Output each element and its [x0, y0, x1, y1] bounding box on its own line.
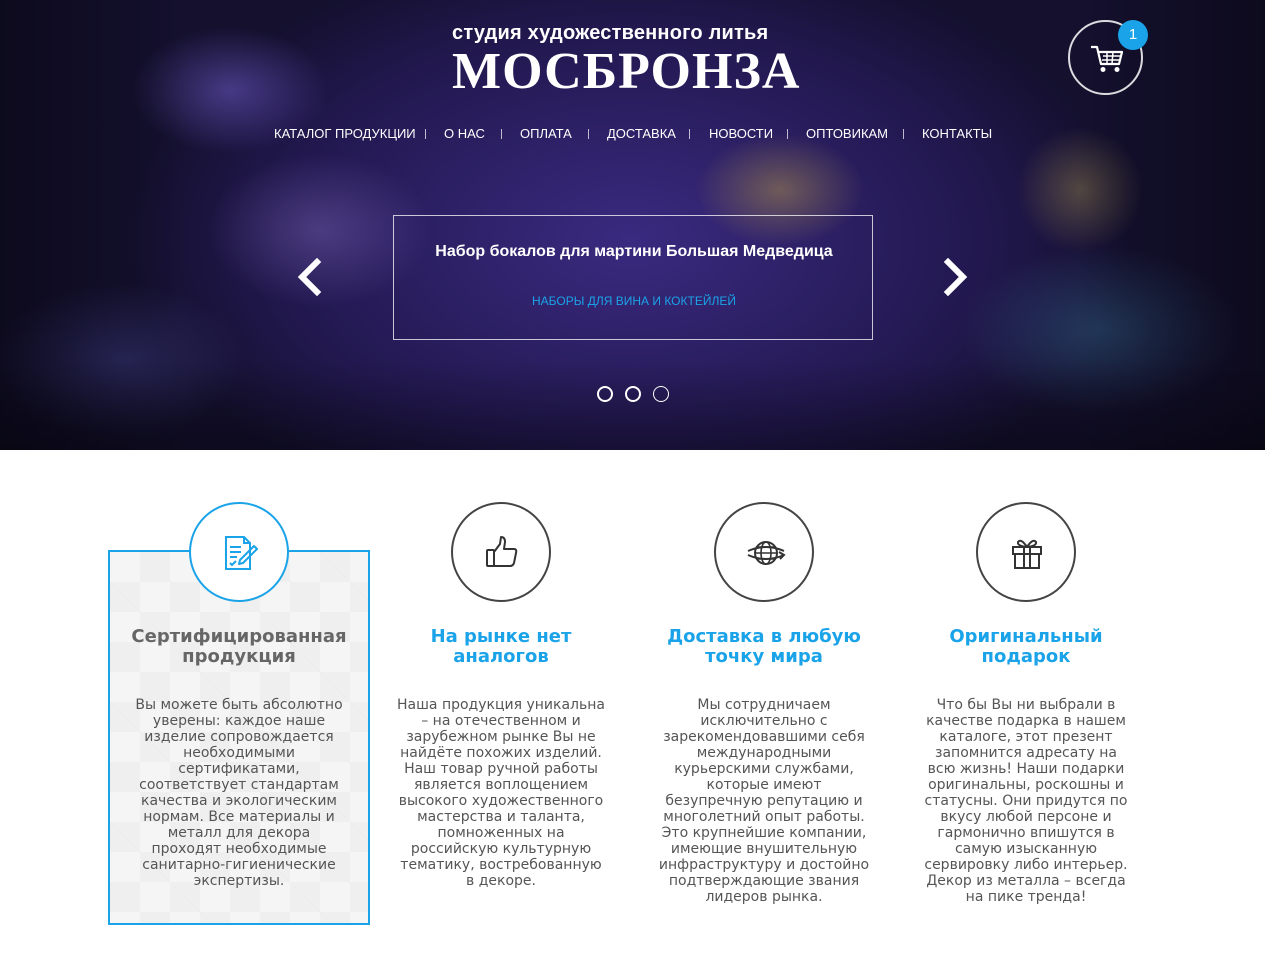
nav-item-contacts[interactable]: КОНТАКТЫ [922, 126, 992, 141]
feature-title: Доставка в любую точку мира [667, 626, 861, 667]
thumbs-up-icon [486, 536, 518, 567]
nav-separator [787, 129, 788, 139]
nav-separator [588, 129, 589, 139]
slider-next-button[interactable] [942, 257, 970, 297]
feature-title: На рынке нет аналогов [430, 626, 572, 667]
feature-title: Оригинальный подарок [949, 626, 1103, 667]
feature-icon-circle [714, 502, 814, 602]
feature-certified: Сертифицированная продукция Вы можете бы… [108, 502, 370, 926]
certificate-icon [225, 536, 258, 570]
globe-delivery-icon [747, 541, 786, 565]
chevron-left-icon [297, 257, 322, 297]
slide-caption[interactable]: Набор бокалов для мартини Большая Медвед… [393, 215, 873, 340]
slider-dot-1[interactable] [597, 386, 613, 402]
feature-icon-circle [451, 502, 551, 602]
feature-original-gift: Оригинальный подарок Что бы Вы ни выбрал… [895, 502, 1157, 926]
feature-text: Наша продукция уникальна – на отечествен… [397, 697, 605, 889]
feature-text: Что бы Вы ни выбрали в качестве подарка … [924, 697, 1128, 905]
nav-item-about[interactable]: О НАС [444, 126, 485, 141]
slide-category-link[interactable]: НАБОРЫ ДЛЯ ВИНА И КОКТЕЙЛЕЙ [394, 294, 874, 308]
nav-item-catalog[interactable]: КАТАЛОГ ПРОДУКЦИИ [274, 126, 416, 141]
nav-item-payment[interactable]: ОПЛАТА [520, 126, 572, 141]
slider-dot-2[interactable] [625, 386, 641, 402]
feature-worldwide-delivery: Доставка в любую точку мира Мы сотруднич… [633, 502, 895, 926]
feature-icon-circle [189, 502, 289, 602]
feature-unique: На рынке нет аналогов Наша продукция уни… [370, 502, 632, 926]
nav-item-news[interactable]: НОВОСТИ [709, 126, 773, 141]
feature-text: Вы можете быть абсолютно уверены: каждое… [135, 697, 343, 889]
nav-separator [501, 129, 502, 139]
cart-count-badge: 1 [1118, 20, 1148, 50]
feature-title: Сертифицированная продукция [131, 626, 347, 667]
main-nav: КАТАЛОГ ПРОДУКЦИИ О НАС ОПЛАТА ДОСТАВКА … [0, 126, 1265, 144]
nav-item-delivery[interactable]: ДОСТАВКА [607, 126, 676, 141]
nav-separator [425, 129, 426, 139]
feature-text: Мы сотрудничаем исключительно с зарекоме… [658, 697, 870, 905]
logo-title: МОСБРОНЗА [452, 43, 801, 100]
feature-icon-circle [976, 502, 1076, 602]
hero-banner: студия художественного литья МОСБРОНЗА 1… [0, 0, 1265, 450]
nav-separator [903, 129, 904, 139]
slider-prev-button[interactable] [295, 257, 323, 297]
nav-item-wholesale[interactable]: ОПТОВИКАМ [806, 126, 888, 141]
chevron-right-icon [943, 257, 968, 297]
nav-separator [689, 129, 690, 139]
slider-dot-3[interactable] [653, 386, 669, 402]
slider-pagination [0, 386, 1265, 402]
gift-icon [1012, 539, 1042, 569]
cart-icon [1091, 45, 1124, 72]
slide-title[interactable]: Набор бокалов для мартини Большая Медвед… [434, 242, 834, 262]
